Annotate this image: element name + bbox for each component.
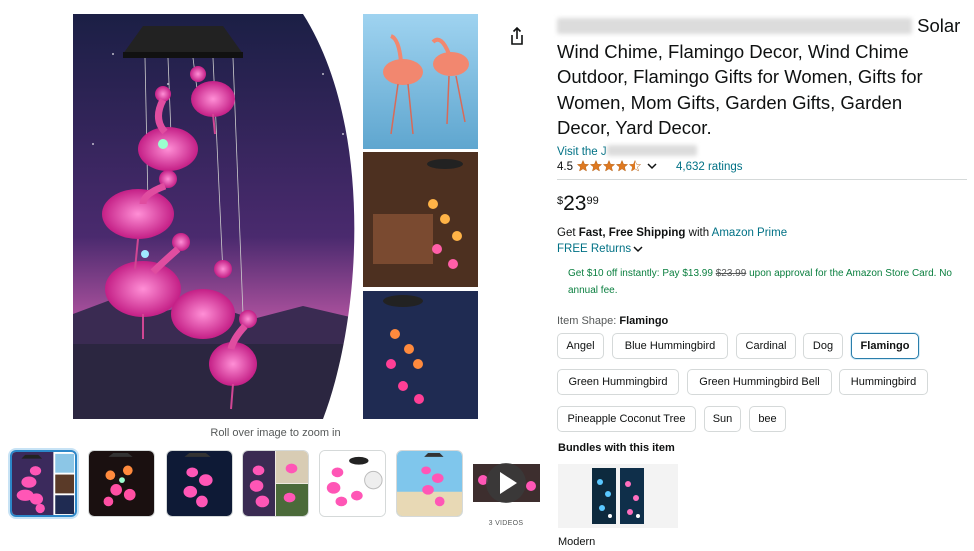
option-sun[interactable]: Sun [704,406,741,432]
stars-icon [576,159,642,172]
thumbnail-6[interactable] [396,450,463,517]
zoom-hint: Roll over image to zoom in [210,427,341,439]
option-cardinal[interactable]: Cardinal [736,333,796,359]
redacted-store-name [606,144,697,156]
thumbnail-3[interactable] [166,450,233,517]
store-link[interactable]: Visit the J [557,144,969,158]
option-dog[interactable]: Dog [803,333,843,359]
main-product-image[interactable] [73,14,478,419]
redacted-title-start [557,18,912,34]
price: $ 23 99 [557,191,599,215]
bundles-title: Bundles with this item [558,442,675,454]
option-hummingbird[interactable]: Hummingbird [839,369,928,395]
rating-value: 4.5 [557,161,573,173]
option-green-hummingbird[interactable]: Green Hummingbird [557,369,679,395]
option-green-hummingbird-bell[interactable]: Green Hummingbird Bell [687,369,832,395]
thumbnail-2[interactable] [88,450,155,517]
chevron-down-icon [633,245,643,252]
rating-row: 4.5 4,632 ratings [557,159,969,175]
option-pineapple-coconut-tree[interactable]: Pineapple Coconut Tree [557,406,696,432]
star-rating[interactable] [576,159,643,175]
chevron-down-icon[interactable] [646,161,660,174]
thumbnail-1[interactable] [10,450,77,517]
thumbnail-video[interactable] [473,450,540,517]
option-bee[interactable]: bee [749,406,786,432]
shipping-info: Get Fast, Free Shipping with Amazon Prim… [557,226,788,239]
option-flamingo[interactable]: Flamingo [851,333,919,359]
option-blue-hummingbird[interactable]: Blue Hummingbird [612,333,728,359]
share-icon [511,26,523,45]
prime-link[interactable]: Amazon Prime [712,227,787,239]
bundle-image[interactable] [558,464,678,528]
thumbnail-5[interactable] [319,450,386,517]
share-button[interactable] [506,25,528,47]
product-info: Solar Wind Chime, Flamingo Decor, Wind C… [557,13,969,327]
thumbnail-4[interactable] [242,450,309,517]
divider [557,178,967,180]
product-title: Solar Wind Chime, Flamingo Decor, Wind C… [557,15,961,138]
free-returns-link[interactable]: FREE Returns [557,243,969,255]
bundle-name[interactable]: Modern [558,536,595,548]
ratings-count-link[interactable]: 4,632 ratings [676,161,743,173]
option-angel[interactable]: Angel [557,333,604,359]
videos-count-label: 3 VIDEOS [488,520,524,527]
item-shape-label: Item Shape: Flamingo [557,314,669,327]
store-card-offer[interactable]: Get $10 off instantly: Pay $13.99 $23.99… [568,265,953,299]
